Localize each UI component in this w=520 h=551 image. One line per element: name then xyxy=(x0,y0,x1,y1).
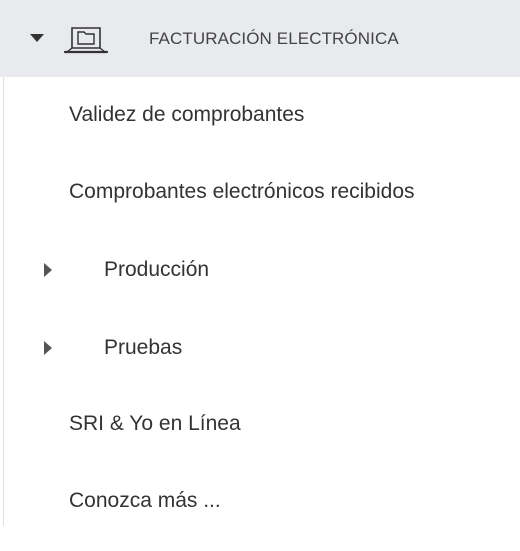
electronic-billing-menu: FACTURACIÓN ELECTRÓNICA Validez de compr… xyxy=(0,0,520,551)
menu-items-list: Validez de comprobantes Comprobantes ele… xyxy=(3,77,520,526)
menu-item-produccion[interactable]: Producción xyxy=(4,241,520,301)
menu-item-pruebas[interactable]: Pruebas xyxy=(4,319,520,379)
menu-item-validez-comprobantes[interactable]: Validez de comprobantes xyxy=(4,87,520,147)
menu-item-sri-yo-en-linea[interactable]: SRI & Yo en Línea xyxy=(4,396,520,456)
menu-header-facturacion[interactable]: FACTURACIÓN ELECTRÓNICA xyxy=(0,0,520,77)
menu-item-label: Pruebas xyxy=(104,336,183,359)
menu-item-label: Conozca más ... xyxy=(69,489,221,512)
menu-item-label: Producción xyxy=(104,258,210,281)
caret-down-icon[interactable] xyxy=(30,34,44,42)
menu-item-label: SRI & Yo en Línea xyxy=(69,412,241,435)
menu-item-label: Validez de comprobantes xyxy=(69,103,305,126)
caret-right-icon[interactable] xyxy=(44,341,52,355)
caret-right-icon[interactable] xyxy=(44,263,52,277)
laptop-icon xyxy=(63,27,109,54)
menu-item-conozca-mas[interactable]: Conozca más ... xyxy=(4,473,520,533)
menu-item-comprobantes-recibidos[interactable]: Comprobantes electrónicos recibidos xyxy=(4,164,520,224)
menu-item-label: Comprobantes electrónicos recibidos xyxy=(69,180,415,203)
menu-header-label: FACTURACIÓN ELECTRÓNICA xyxy=(149,29,399,48)
